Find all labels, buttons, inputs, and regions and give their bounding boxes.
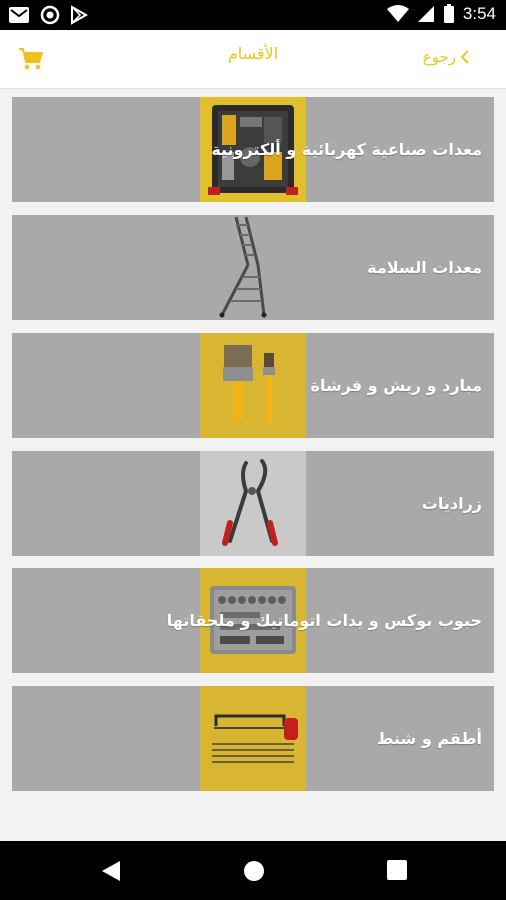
signal-icon [417,6,434,22]
home-circle-icon[interactable] [242,859,266,883]
back-label: رجوع [422,48,456,66]
back-triangle-icon[interactable] [100,859,122,883]
record-icon [40,5,60,25]
category-label: معدات صناعية كهربائية و ألكترونية [211,140,482,159]
battery-icon [443,4,454,23]
ladder-image [200,215,306,320]
status-time: 3:54 [462,4,496,23]
chevron-left-icon [460,50,469,64]
category-list: معدات صناعية كهربائية و ألكترونية معدات … [0,89,506,841]
category-card[interactable]: مبارد و ريش و فرشاة [12,333,494,438]
category-label: أطقم و شنط [376,729,482,748]
category-label: زراديات [421,494,482,513]
back-button[interactable]: رجوع [423,48,470,66]
navigation-bar [0,841,506,900]
wifi-icon [386,5,409,22]
category-label: حبوب بوكس و يدات اتوماتيك و ملحقاتها [166,611,482,630]
play-store-icon [71,5,88,25]
hacksaw-image [200,686,306,791]
category-card[interactable]: معدات السلامة [12,215,494,320]
category-label: معدات السلامة [367,258,482,277]
category-card[interactable]: حبوب بوكس و يدات اتوماتيك و ملحقاتها [12,568,494,673]
status-notifications [8,5,88,25]
category-card[interactable]: معدات صناعية كهربائية و ألكترونية [12,97,494,202]
category-card[interactable]: أطقم و شنط [12,686,494,791]
category-label: مبارد و ريش و فرشاة [310,376,483,395]
paint-brushes-image [200,333,306,438]
app-bar: الأقسام رجوع [0,30,506,89]
gmail-icon [9,7,29,23]
pliers-image [200,451,306,556]
category-card[interactable]: زراديات [12,451,494,556]
status-system: 3:54 [386,4,496,24]
status-bar: 3:54 [0,0,506,30]
recents-square-icon[interactable] [386,859,408,881]
